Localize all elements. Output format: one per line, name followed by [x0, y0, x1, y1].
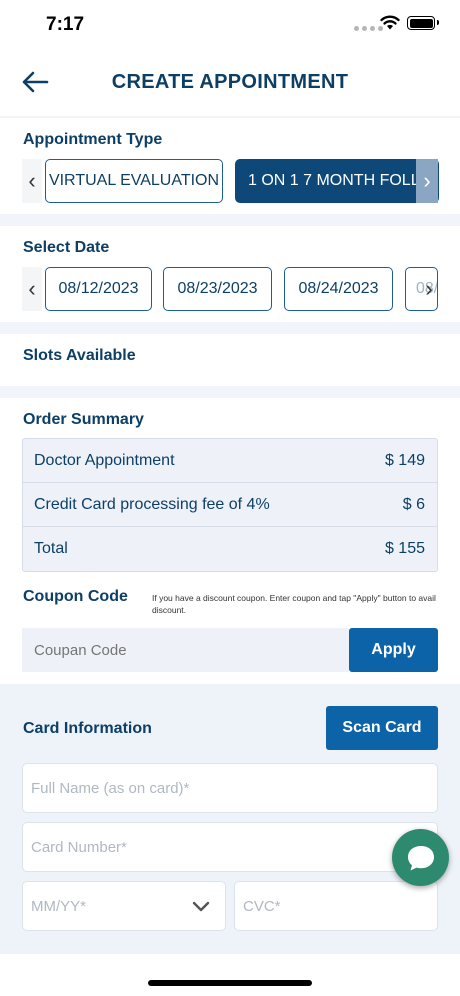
slots-available-label: Slots Available [23, 347, 136, 364]
appointment-type-option-virtual-evaluation[interactable]: VIRTUAL EVALUATION [45, 159, 223, 203]
divider [0, 386, 460, 398]
card-full-name-placeholder: Full Name (as on card)* [31, 779, 190, 797]
coupon-code-label: Coupon Code [23, 588, 128, 605]
card-number-field[interactable]: Card Number* [22, 822, 438, 872]
wifi-icon [380, 15, 400, 30]
card-number-placeholder: Card Number* [31, 838, 127, 856]
home-indicator [148, 980, 312, 986]
select-date-label: Select Date [23, 239, 110, 256]
divider [0, 116, 460, 118]
chevron-down-icon [192, 901, 210, 912]
divider [0, 214, 460, 226]
coupon-code-input[interactable] [22, 628, 349, 672]
status-time: 7:17 [46, 14, 85, 35]
summary-row-processing-fee: Credit Card processing fee of 4% $ 6 [23, 483, 437, 527]
card-expiry-select[interactable]: MM/YY* [22, 881, 226, 931]
summary-item-name: Credit Card processing fee of 4% [34, 495, 270, 513]
summary-item-amount: $ 149 [384, 451, 425, 469]
chat-button[interactable] [392, 829, 449, 886]
card-expiry-placeholder: MM/YY* [31, 897, 87, 915]
summary-item-name: Total [34, 540, 68, 557]
signal-dots-icon [354, 26, 383, 31]
divider [0, 322, 460, 334]
summary-row-total: Total $ 155 [23, 527, 437, 571]
card-information-label: Card Information [23, 720, 152, 737]
app-header: CREATE APPOINTMENT [0, 55, 460, 115]
card-full-name-field[interactable]: Full Name (as on card)* [22, 763, 438, 813]
date-scroll-right-icon[interactable]: › [418, 267, 440, 311]
summary-item-amount: $ 155 [384, 540, 425, 557]
scan-card-button[interactable]: Scan Card [326, 706, 438, 750]
card-cvc-placeholder: CVC* [243, 897, 281, 915]
status-bar: 7:17 [0, 0, 460, 50]
date-option[interactable]: 08/24/2023 [284, 267, 393, 311]
appointment-type-option-follow-up[interactable]: 1 ON 1 7 MONTH FOLLOW-UP [235, 159, 439, 203]
date-option[interactable]: 08/12/2023 [45, 267, 152, 311]
battery-icon [407, 16, 439, 30]
date-scroll-left-icon[interactable]: ‹ [22, 267, 42, 311]
appointment-type-scroll-left-icon[interactable]: ‹ [22, 159, 42, 203]
summary-item-amount: $ 6 [402, 495, 425, 513]
appointment-type-label: Appointment Type [23, 131, 163, 148]
order-summary-table: Doctor Appointment $ 149 Credit Card pro… [22, 438, 438, 572]
date-option[interactable]: 08/23/2023 [163, 267, 272, 311]
summary-item-name: Doctor Appointment [34, 451, 175, 469]
chat-bubble-icon [407, 845, 434, 870]
card-cvc-field[interactable]: CVC* [234, 881, 438, 931]
page-title: CREATE APPOINTMENT [111, 71, 349, 93]
coupon-help-text: If you have a discount coupon. Enter cou… [152, 593, 436, 615]
appointment-type-scroll-right-icon[interactable]: › [416, 159, 438, 203]
order-summary-label: Order Summary [23, 411, 144, 428]
apply-coupon-button[interactable]: Apply [349, 628, 438, 672]
summary-row-doctor-appointment: Doctor Appointment $ 149 [23, 439, 437, 483]
